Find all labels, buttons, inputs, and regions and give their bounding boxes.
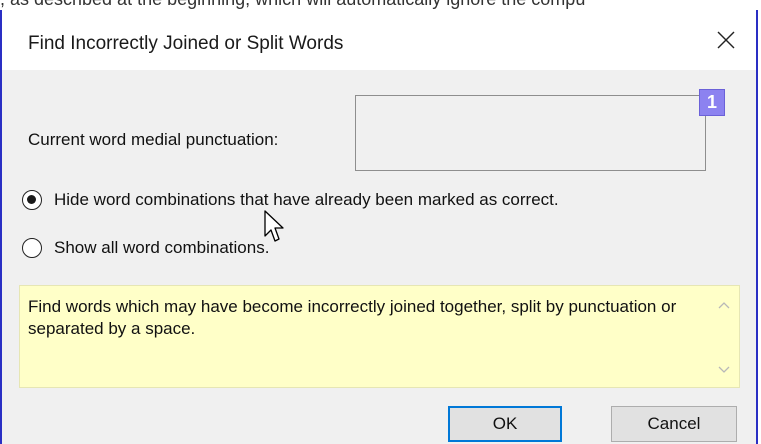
hide-marked-radio[interactable] bbox=[22, 190, 42, 210]
find-joined-split-words-dialog: Find Incorrectly Joined or Split Words C… bbox=[0, 10, 758, 444]
cancel-button[interactable]: Cancel bbox=[611, 406, 737, 442]
ok-button[interactable]: OK bbox=[448, 406, 562, 442]
title-bar: Find Incorrectly Joined or Split Words bbox=[2, 10, 756, 70]
show-all-option[interactable]: Show all word combinations. bbox=[22, 236, 269, 260]
description-scrollbar[interactable] bbox=[709, 286, 739, 387]
close-icon bbox=[717, 31, 735, 49]
show-all-radio[interactable] bbox=[22, 238, 42, 258]
dialog-title: Find Incorrectly Joined or Split Words bbox=[28, 33, 344, 54]
scroll-down-icon[interactable] bbox=[717, 363, 731, 377]
mouse-pointer-icon bbox=[264, 210, 284, 242]
hide-marked-label[interactable]: Hide word combinations that have already… bbox=[54, 190, 559, 210]
background-document-text: , as described at the beginning, which w… bbox=[0, 0, 585, 10]
medial-punctuation-field[interactable] bbox=[355, 95, 706, 171]
show-all-label[interactable]: Show all word combinations. bbox=[54, 238, 269, 258]
description-box: Find words which may have become incorre… bbox=[19, 285, 740, 388]
close-button[interactable] bbox=[696, 10, 756, 70]
medial-punctuation-label: Current word medial punctuation: bbox=[28, 130, 279, 149]
annotation-badge: 1 bbox=[699, 89, 725, 116]
hide-marked-option[interactable]: Hide word combinations that have already… bbox=[22, 188, 559, 212]
scroll-up-icon[interactable] bbox=[717, 298, 731, 312]
screen: , as described at the beginning, which w… bbox=[0, 0, 761, 444]
description-text: Find words which may have become incorre… bbox=[28, 297, 677, 338]
